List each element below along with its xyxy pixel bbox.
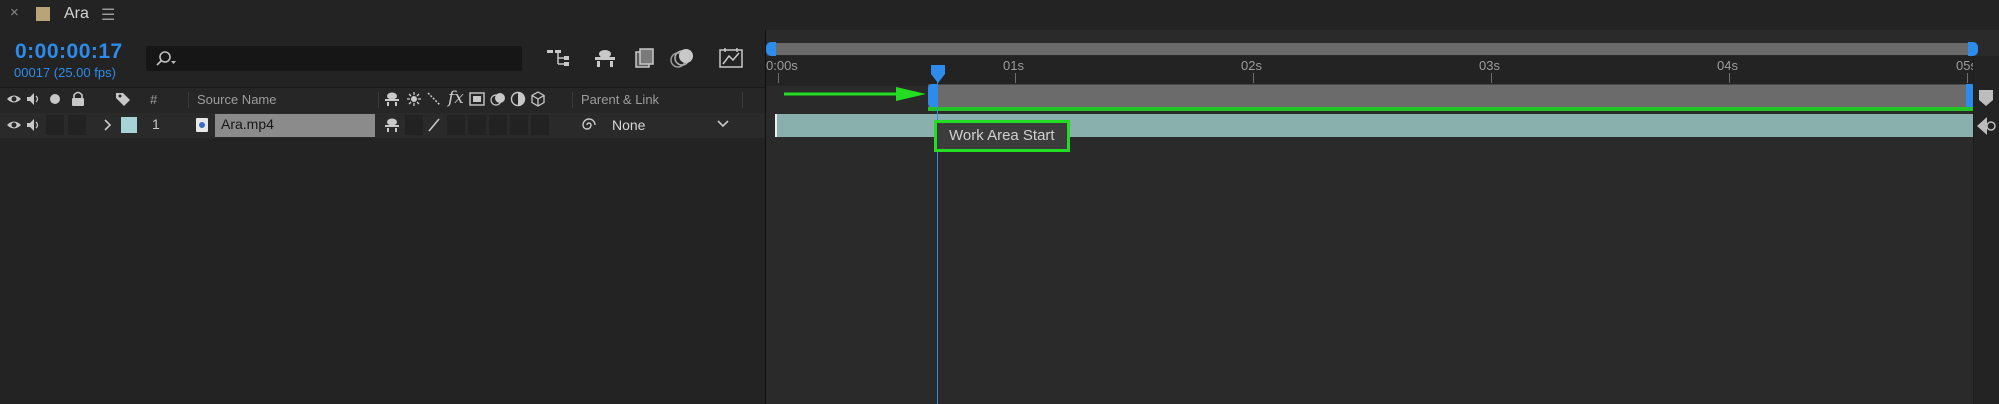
layer-label-color[interactable] <box>121 117 137 133</box>
work-area-start-tooltip: Work Area Start <box>934 120 1070 152</box>
shy-icon[interactable] <box>384 91 400 107</box>
3d-layer-toggle[interactable] <box>531 115 549 135</box>
layer-in-point[interactable] <box>775 114 777 137</box>
tick-label: 01s <box>1003 58 1024 73</box>
layer-row[interactable] <box>0 113 765 138</box>
quality-icon[interactable] <box>426 117 442 133</box>
motion-blur-toggle[interactable] <box>489 115 507 135</box>
audio-icon[interactable] <box>25 118 41 132</box>
work-area-start-handle[interactable] <box>928 84 937 107</box>
frame-info: 00017 (25.00 fps) <box>14 65 116 80</box>
chevron-right-icon[interactable] <box>102 117 114 133</box>
composition-mini-flowchart-icon[interactable] <box>545 46 571 70</box>
solo-icon[interactable] <box>50 94 60 104</box>
quality-icon[interactable] <box>426 91 442 107</box>
search-icon[interactable] <box>152 49 182 69</box>
composition-swatch-icon <box>36 7 50 21</box>
time-ruler[interactable] <box>766 56 1986 86</box>
tick-label: 04s <box>1717 58 1738 73</box>
column-divider <box>378 92 379 108</box>
label-icon[interactable] <box>115 91 131 107</box>
close-icon[interactable]: × <box>10 4 19 21</box>
fx-icon[interactable]: fx <box>448 88 464 108</box>
tick <box>1967 73 1968 83</box>
timeline-right-strip <box>1974 56 1999 404</box>
time-navigator-end-handle[interactable] <box>1968 42 1978 56</box>
playhead-icon[interactable] <box>930 64 946 84</box>
motion-blur-icon[interactable] <box>490 91 506 107</box>
current-time-display[interactable]: 0:00:00:17 <box>15 40 123 64</box>
frame-blend-toggle[interactable] <box>468 115 486 135</box>
composition-tab-title[interactable]: Ara <box>64 5 89 23</box>
column-number-header: # <box>150 92 158 107</box>
layer-name[interactable]: Ara.mp4 <box>221 116 274 132</box>
timeline-empty-area <box>766 138 1986 404</box>
comp-marker-bin-icon[interactable] <box>1977 88 1995 108</box>
time-navigator-start-handle[interactable] <box>766 42 776 56</box>
composition-tab-bar <box>0 0 1999 30</box>
tick <box>1729 73 1730 83</box>
work-area-indicator <box>928 107 1974 111</box>
tick <box>1253 73 1254 83</box>
parent-link-dropdown[interactable]: None <box>612 117 645 133</box>
panel-menu-icon[interactable]: ☰ <box>101 5 115 25</box>
column-divider <box>572 92 573 108</box>
column-source-name-header[interactable]: Source Name <box>197 92 276 107</box>
column-parent-link-header[interactable]: Parent & Link <box>581 92 659 107</box>
frame-blending-icon[interactable] <box>469 91 485 107</box>
annotation-arrow <box>782 86 928 102</box>
time-navigator-bar[interactable] <box>770 43 1973 55</box>
3d-layer-icon[interactable] <box>530 91 546 107</box>
pick-whip-icon[interactable] <box>580 116 598 134</box>
frame-blending-icon[interactable] <box>632 46 658 70</box>
video-file-icon <box>195 117 209 133</box>
eye-icon[interactable] <box>6 118 22 132</box>
audio-icon[interactable] <box>25 92 41 106</box>
layer-number: 1 <box>152 116 160 132</box>
layer-out-icon <box>1977 115 1997 137</box>
graph-editor-icon[interactable] <box>717 46 745 70</box>
lock-toggle[interactable] <box>68 115 86 135</box>
lock-icon[interactable] <box>71 91 85 106</box>
tick-label: 0:00s <box>766 58 798 73</box>
draft-3d-icon[interactable] <box>592 46 618 70</box>
shy-icon[interactable] <box>384 117 400 133</box>
collapse-toggle[interactable] <box>405 115 423 135</box>
column-divider <box>742 92 743 108</box>
collapse-icon[interactable] <box>406 91 422 107</box>
tick-label: 03s <box>1479 58 1500 73</box>
tick <box>778 73 779 83</box>
tick <box>1491 73 1492 83</box>
eye-icon[interactable] <box>6 92 22 106</box>
tick <box>1015 73 1016 83</box>
tick-label: 02s <box>1241 58 1262 73</box>
adjustment-toggle[interactable] <box>510 115 528 135</box>
chevron-down-icon[interactable] <box>716 118 730 130</box>
fx-toggle[interactable] <box>447 115 465 135</box>
solo-toggle[interactable] <box>46 115 64 135</box>
column-divider <box>188 92 189 108</box>
adjustment-layer-icon[interactable] <box>510 91 526 107</box>
work-area-bar[interactable] <box>928 84 1976 109</box>
motion-blur-icon[interactable] <box>668 46 696 70</box>
search-input[interactable] <box>146 46 522 71</box>
